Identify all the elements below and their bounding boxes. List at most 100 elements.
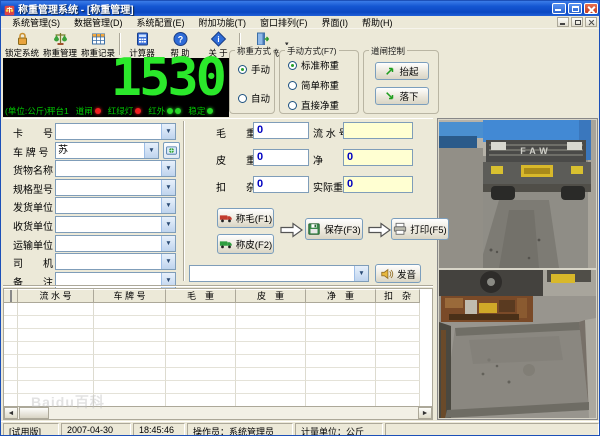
radio-icon[interactable] [288,100,297,110]
weight-output-2: 0 [343,176,413,193]
column-header-2[interactable]: 车 牌 号 [94,289,166,303]
records-table: 流 水 号车 牌 号毛 重皮 重净 重扣 杂 [3,288,433,407]
radio-icon[interactable] [288,80,297,90]
weigh-mode-option-0[interactable]: 手动 [230,62,274,76]
chevron-down-icon[interactable]: ▼ [161,254,175,269]
column-header-5[interactable]: 净 重 [306,289,376,303]
toolbar-button-1[interactable]: 称重管理 [41,30,79,58]
form-field-combo-2[interactable]: ▼ [55,160,176,177]
minimize-button[interactable] [552,3,566,14]
form-field-combo-1[interactable]: 苏 ▼ [55,142,159,159]
chevron-down-icon[interactable]: ▼ [161,180,175,195]
weigh-mode-option-1[interactable]: 自动 [230,91,274,105]
form-field-combo-4[interactable]: ▼ [55,197,176,214]
manual-mode-option-2[interactable]: 直接净重 [280,98,358,112]
restore-button[interactable] [568,3,582,14]
table-cell [166,342,236,355]
scroll-right-icon[interactable]: ► [418,407,432,419]
title-bar: 称重管理系统 - [称重管理] [1,1,599,16]
indicator-0: 道闸 [76,105,101,117]
table-cell [94,381,166,394]
manual-mode-option-1[interactable]: 简单称重 [280,78,358,92]
table-cell [306,355,376,368]
save-button[interactable]: 保存(F3) [305,218,363,240]
radio-selected-icon[interactable] [288,60,297,70]
form-divider [183,121,185,281]
camera-panel: FAW [437,118,598,420]
chevron-down-icon[interactable]: ▼ [161,236,175,251]
manual-mode-option-label: 标准称重 [301,61,340,72]
table-row [4,303,432,316]
column-header-4[interactable]: 皮 重 [236,289,306,303]
manual-mode-option-0[interactable]: 标准称重 [280,58,358,72]
speech-combo[interactable]: ▼ [189,265,369,282]
form-field-combo-0[interactable]: ▼ [55,123,176,140]
save-disk-icon [308,223,320,235]
form-field-combo-3[interactable]: ▼ [55,179,176,196]
speak-button[interactable]: 发音 [375,264,421,283]
weight-input-2[interactable]: 0 [253,176,309,193]
chevron-down-icon[interactable]: ▼ [354,266,368,281]
menu-bar: 系统管理(S) 数据管理(D) 系统配置(E) 附加功能(T) 窗口排列(F) 界面(I)… [1,16,599,29]
menu-item-0[interactable]: 系统管理(S) [5,16,67,29]
menu-item-2[interactable]: 系统配置(E) [130,16,192,29]
print-button[interactable]: 打印(F5) [391,218,449,240]
menu-item-4[interactable]: 窗口排列(F) [253,16,315,29]
gate-lower-button[interactable]: 落下 [375,87,429,105]
gate-raise-label: 抬起 [399,67,419,78]
table-cell [236,342,306,355]
table-cell [166,368,236,381]
mdi-restore-button[interactable] [571,17,583,27]
table-cell [376,355,420,368]
help-icon: ? [172,31,189,47]
toolbar-button-0[interactable]: 锁定系统 [3,30,41,58]
horizontal-scrollbar[interactable]: ◄ ► [3,406,433,420]
table-cell [4,342,18,355]
close-button[interactable] [584,3,598,14]
table-cell [18,355,94,368]
weight-output-0 [343,122,413,139]
form-field-combo-5[interactable]: ▼ [55,216,176,233]
column-header-1[interactable]: 流 水 号 [18,289,94,303]
mdi-minimize-button[interactable] [557,17,569,27]
menu-item-6[interactable]: 帮助(H) [355,16,400,29]
menu-item-3[interactable]: 附加功能(T) [192,16,254,29]
weigh-tare-label: 称皮(F2) [235,240,273,251]
column-header-6[interactable]: 扣 杂 [376,289,420,303]
form-field-combo-7[interactable]: ▼ [55,253,176,270]
chevron-down-icon[interactable]: ▼ [161,161,175,176]
form-field-combo-6[interactable]: ▼ [55,235,176,252]
scrollbar-thumb[interactable] [19,407,49,419]
weight-input-0[interactable]: 0 [253,122,309,139]
radio-icon[interactable] [238,93,247,103]
table-cell [18,316,94,329]
chevron-down-icon[interactable]: ▼ [161,198,175,213]
weigh-tare-button[interactable]: 称皮(F2) [217,234,274,254]
indicator-dot [135,107,142,114]
chevron-down-icon[interactable]: ▼ [144,143,158,158]
table-row [4,342,432,355]
camera-rear-view [439,270,596,418]
plate-helper-button[interactable] [163,142,180,159]
table-cell [166,381,236,394]
chevron-down-icon[interactable]: ▼ [161,217,175,232]
form-row-1: 车 牌 号苏 ▼ [3,142,185,159]
column-header-3[interactable]: 毛 重 [166,289,236,303]
weigh-gross-button[interactable]: 称毛(F1) [217,208,274,228]
gate-raise-button[interactable]: 抬起 [375,62,429,80]
table-cell [94,368,166,381]
column-header-0[interactable] [4,289,18,303]
scroll-left-icon[interactable]: ◄ [4,407,18,419]
table-cell [306,329,376,342]
indicator-dot [167,107,174,114]
radio-selected-icon[interactable] [238,64,247,74]
mdi-close-button[interactable] [585,17,597,27]
table-cell [94,303,166,316]
menu-item-5[interactable]: 界面(I) [315,16,356,29]
table-header: 流 水 号车 牌 号毛 重皮 重净 重扣 杂 [4,289,432,303]
weight-input-1[interactable]: 0 [253,149,309,166]
menu-item-1[interactable]: 数据管理(D) [67,16,130,29]
weighing-app-window: 称重管理系统 - [称重管理] 系统管理(S) 数据管理(D) 系统配置(E) 附加功… [0,0,600,436]
table-cell [18,303,94,316]
chevron-down-icon[interactable]: ▼ [161,124,175,139]
